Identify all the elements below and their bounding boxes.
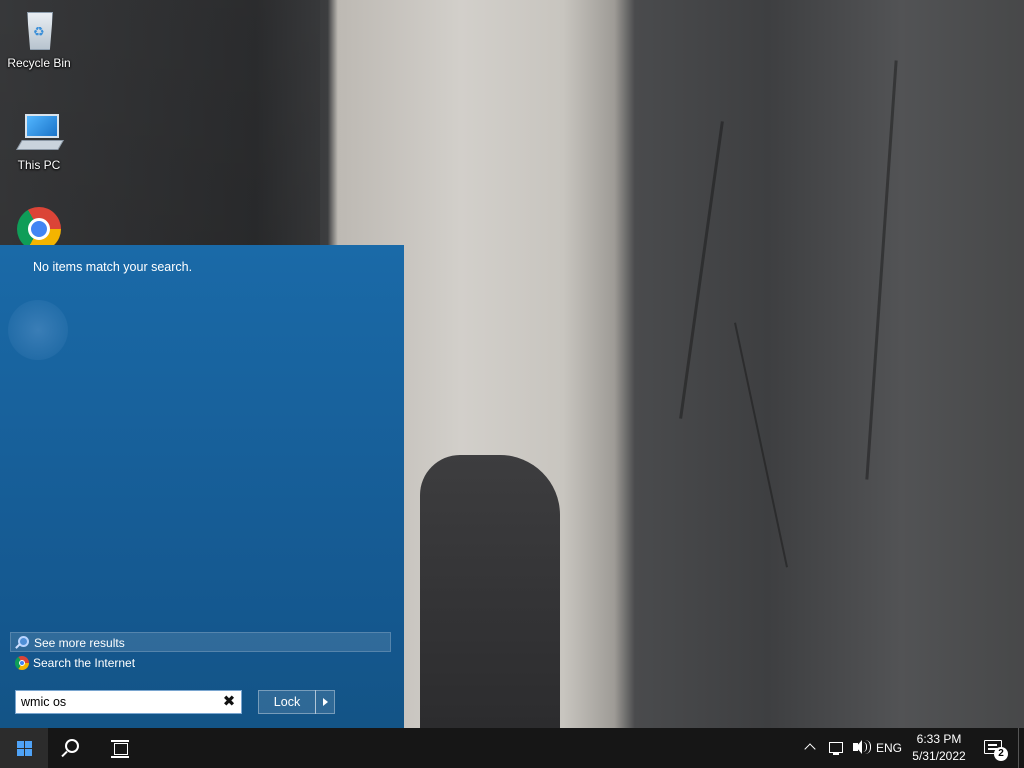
speaker-wave [865,740,871,754]
search-input[interactable] [16,691,226,713]
search-internet-label: Search the Internet [33,656,136,670]
notification-icon-line [988,744,997,746]
taskbar-search-button[interactable] [48,728,96,768]
desktop-icon-label: This PC [17,158,61,172]
wallpaper-crack [679,121,724,419]
clock-time: 6:33 PM [916,732,962,746]
search-internet-link[interactable]: Search the Internet [10,653,391,673]
no-results-message: No items match your search. [33,260,193,274]
clear-search-button[interactable]: ✖ [221,694,237,710]
start-button[interactable] [0,728,48,768]
desktop-icon-recycle-bin[interactable]: ♻ Recycle Bin [1,6,77,70]
search-box[interactable]: ✖ [15,690,242,714]
volume-tray-button[interactable] [848,728,872,768]
taskbar-clock[interactable]: 6:33 PM 5/31/2022 [906,728,972,768]
task-view-button[interactable] [96,728,144,768]
power-options-arrow-button[interactable] [315,690,335,714]
desktop-icon-label: Recycle Bin [7,56,71,70]
task-view-icon [114,743,128,755]
windows-logo-icon [17,741,32,756]
see-more-results-label: See more results [34,636,125,650]
show-hidden-icons-chevron-icon[interactable] [800,728,820,768]
task-view-icon [111,756,129,758]
action-center-button[interactable]: 2 [980,728,1010,768]
panel-glow [8,300,68,360]
task-view-icon [111,740,129,742]
wallpaper-crack [865,60,898,480]
notification-count-badge: 2 [994,747,1008,761]
recycle-bin-icon: ♻ [15,6,63,54]
show-desktop-button[interactable] [1018,728,1024,768]
computer-icon [15,108,64,156]
network-icon [829,742,843,753]
network-icon-stand [833,753,839,755]
input-language-indicator[interactable]: ENG [876,728,902,768]
wallpaper-crack [734,322,788,568]
see-more-results-link[interactable]: See more results [10,632,391,652]
search-icon-handle [61,750,68,758]
start-menu-panel: No items match your search. See more res… [0,245,404,728]
taskbar: ENG 6:33 PM 5/31/2022 2 [0,728,1024,768]
lock-button[interactable]: Lock [258,690,316,714]
chrome-icon [15,656,29,670]
clock-date: 5/31/2022 [912,749,966,763]
speaker-icon-cone [856,740,862,754]
desktop-icon-this-pc[interactable]: This PC [1,108,77,172]
wallpaper-rock [420,455,560,728]
network-tray-button[interactable] [824,728,848,768]
